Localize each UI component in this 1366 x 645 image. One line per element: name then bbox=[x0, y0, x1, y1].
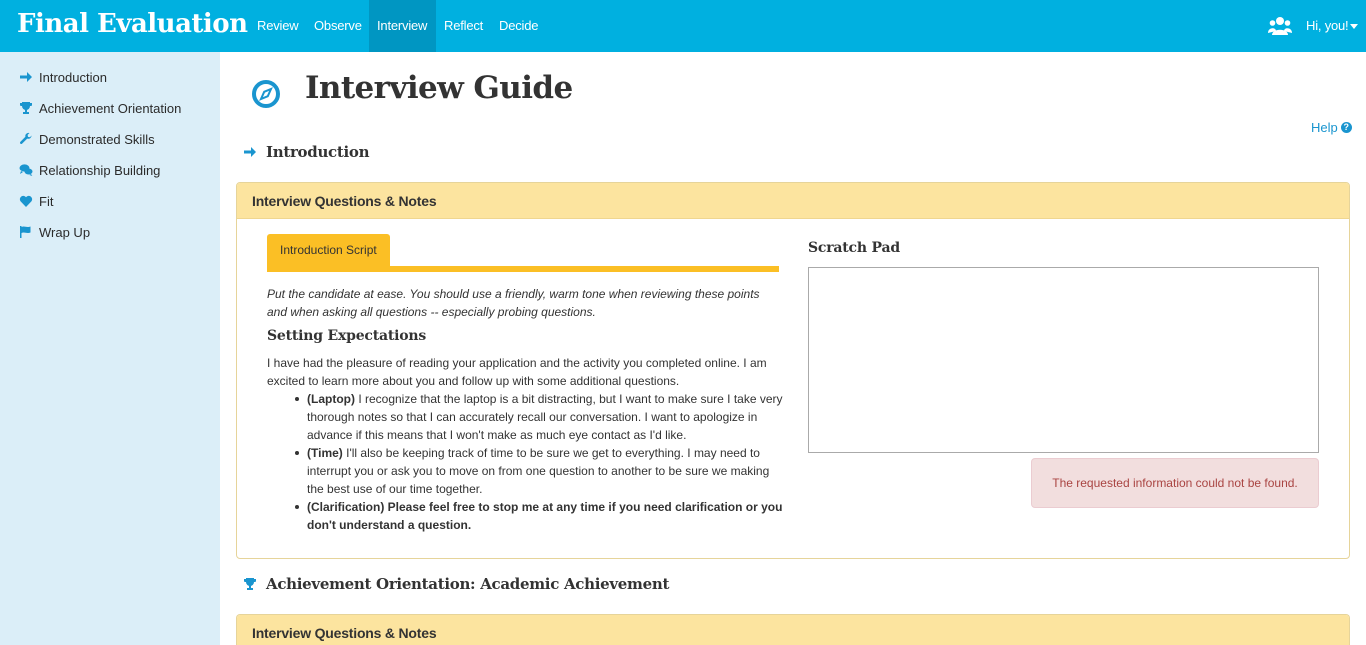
tab-observe[interactable]: Observe bbox=[306, 0, 370, 52]
sidebar: Introduction Achievement Orientation Dem… bbox=[0, 52, 220, 645]
setting-expectations-heading: Setting Expectations bbox=[267, 328, 427, 344]
script-body: I have had the pleasure of reading your … bbox=[267, 356, 767, 388]
users-icon[interactable] bbox=[1268, 15, 1292, 37]
tab-review[interactable]: Review bbox=[249, 0, 306, 52]
list-item: (Laptop) I recognize that the laptop is … bbox=[295, 390, 783, 444]
sidebar-item-relationship-building[interactable]: Relationship Building bbox=[19, 160, 160, 180]
bullet-lead: (Clarification) Please feel free to stop… bbox=[307, 500, 783, 532]
sidebar-item-achievement-orientation[interactable]: Achievement Orientation bbox=[19, 98, 181, 118]
page-title: Interview Guide bbox=[305, 70, 573, 106]
scratch-pad-label: Scratch Pad bbox=[808, 240, 900, 256]
trophy-icon bbox=[20, 102, 32, 114]
help-label: Help bbox=[1311, 120, 1338, 135]
tab-interview[interactable]: Interview bbox=[369, 0, 436, 52]
panel-title: Interview Questions & Notes bbox=[237, 183, 1349, 219]
sidebar-item-label: Relationship Building bbox=[39, 162, 161, 178]
section-heading-label: Introduction bbox=[266, 143, 370, 161]
sidebar-item-label: Demonstrated Skills bbox=[39, 131, 155, 147]
sidebar-item-label: Wrap Up bbox=[39, 224, 91, 240]
scratch-pad-textarea[interactable] bbox=[808, 267, 1319, 453]
interview-questions-panel: Interview Questions & Notes Introduction… bbox=[236, 182, 1350, 559]
bullet-text: I'll also be keeping track of time to be… bbox=[307, 446, 770, 496]
comments-icon bbox=[19, 164, 33, 176]
chevron-down-icon bbox=[1350, 24, 1359, 30]
arrow-right-icon bbox=[244, 147, 256, 157]
trophy-icon bbox=[244, 578, 256, 590]
user-menu-label: Hi, you! bbox=[1306, 18, 1349, 33]
sidebar-item-introduction[interactable]: Introduction bbox=[19, 67, 107, 87]
flag-icon bbox=[20, 226, 31, 238]
bullet-text: I recognize that the laptop is a bit dis… bbox=[307, 392, 783, 442]
help-link[interactable]: Help? bbox=[1311, 120, 1352, 135]
top-navbar: Final Evaluation Review Observe Intervie… bbox=[0, 0, 1366, 52]
sidebar-item-label: Introduction bbox=[39, 69, 107, 85]
sidebar-item-demonstrated-skills[interactable]: Demonstrated Skills bbox=[19, 129, 155, 149]
script-tabs: Introduction Script bbox=[267, 234, 779, 272]
wrench-icon bbox=[19, 132, 32, 145]
script-instruction: Put the candidate at ease. You should us… bbox=[267, 287, 760, 319]
arrow-right-icon bbox=[20, 72, 32, 82]
user-menu[interactable]: Hi, you! bbox=[1306, 0, 1359, 52]
panel-title: Interview Questions & Notes bbox=[237, 615, 1349, 645]
app-title[interactable]: Final Evaluation bbox=[17, 9, 248, 39]
tab-decide[interactable]: Decide bbox=[491, 0, 546, 52]
section-heading-introduction[interactable]: Introduction bbox=[243, 142, 370, 162]
sidebar-item-wrap-up[interactable]: Wrap Up bbox=[19, 222, 90, 242]
interview-questions-panel: Interview Questions & Notes bbox=[236, 614, 1350, 645]
bullet-lead: (Laptop) bbox=[307, 392, 355, 406]
compass-icon bbox=[252, 80, 280, 108]
sidebar-item-fit[interactable]: Fit bbox=[19, 191, 53, 211]
tab-introduction-script[interactable]: Introduction Script bbox=[267, 234, 390, 266]
expectations-list: (Laptop) I recognize that the laptop is … bbox=[295, 390, 783, 534]
sidebar-item-label: Achievement Orientation bbox=[39, 100, 182, 116]
list-item: (Time) I'll also be keeping track of tim… bbox=[295, 444, 783, 498]
bullet-lead: (Time) bbox=[307, 446, 343, 460]
list-item: (Clarification) Please feel free to stop… bbox=[295, 498, 783, 534]
section-heading-achievement-orientation[interactable]: Achievement Orientation: Academic Achiev… bbox=[243, 574, 669, 594]
question-circle-icon: ? bbox=[1340, 122, 1352, 133]
section-heading-label: Achievement Orientation: Academic Achiev… bbox=[266, 575, 670, 593]
error-alert: The requested information could not be f… bbox=[1031, 458, 1319, 508]
heart-icon bbox=[19, 195, 33, 207]
sidebar-item-label: Fit bbox=[39, 193, 54, 209]
tab-reflect[interactable]: Reflect bbox=[436, 0, 491, 52]
